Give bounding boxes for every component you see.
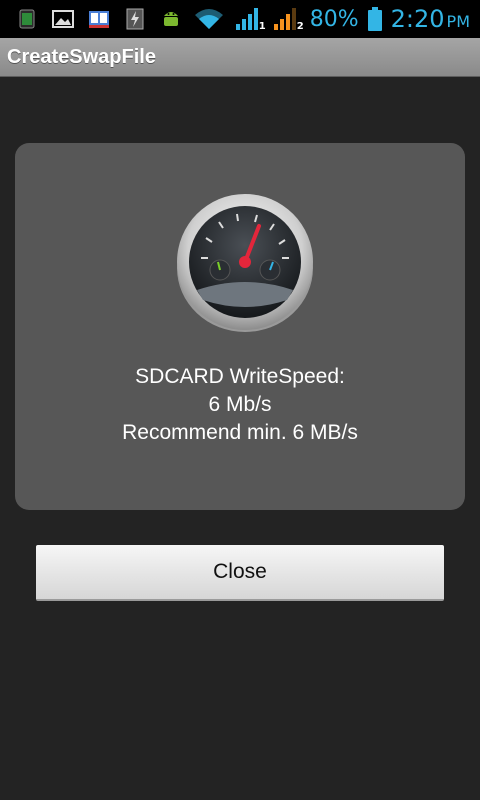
close-button[interactable]: Close [36,545,444,601]
news-icon [88,8,110,30]
signal-1-icon: 1 [234,8,266,32]
status-bar: 1 2 80% 2:20 PM [0,0,480,38]
speed-panel: SDCARD WriteSpeed: 6 Mb/s Recommend min.… [15,143,465,510]
clock-ampm: PM [446,12,470,31]
app-icon [16,8,38,30]
usb-icon [124,8,146,30]
write-speed-label: SDCARD WriteSpeed: [135,365,345,388]
recommendation-text: Recommend min. 6 MB/s [122,421,358,444]
battery-percent: 80% [309,6,359,32]
app-title-bar: CreateSwapFile [0,38,480,77]
signal-2-icon: 2 [272,8,304,32]
wifi-icon [192,8,226,30]
app-title: CreateSwapFile [7,45,156,68]
speed-info: SDCARD WriteSpeed: 6 Mb/s Recommend min.… [15,363,465,447]
signal-2-label: 2 [296,21,304,32]
signal-1-label: 1 [258,21,266,32]
clock-time: 2:20 [390,5,445,33]
battery-icon [367,7,383,31]
write-speed-value: 6 Mb/s [208,393,272,416]
image-icon [52,8,74,30]
android-icon [160,8,182,30]
clock: 2:20 PM [391,5,470,33]
speedometer-icon [175,188,315,338]
